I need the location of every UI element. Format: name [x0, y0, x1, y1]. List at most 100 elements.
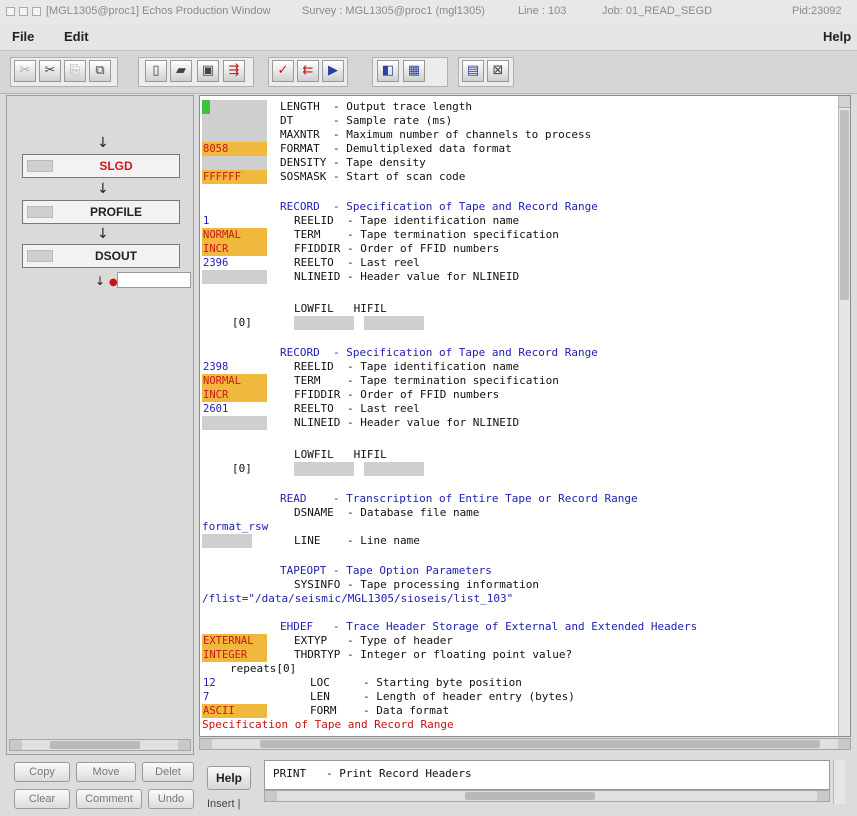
window-title: [MGL1305@proc1] Echos Production Window — [46, 5, 271, 17]
param-nlineid: NLINEID - Header value for NLINEID — [294, 416, 520, 429]
insert-point-marker: ↓ ● — [95, 274, 118, 288]
nlineid-value-field[interactable] — [202, 416, 267, 430]
loc-value-field[interactable]: 12 — [202, 676, 267, 690]
move-button[interactable]: Move — [76, 762, 136, 782]
check-red-icon[interactable]: ✓ — [272, 60, 294, 82]
scroll-left-arrow-icon[interactable] — [265, 791, 277, 801]
copy-button[interactable]: Copy — [14, 762, 70, 782]
run-icon[interactable]: ▶ — [322, 60, 344, 82]
minimize-window-button[interactable] — [19, 7, 28, 16]
help-vertical-scrollbar[interactable] — [833, 760, 845, 804]
editor-horizontal-scrollbar[interactable] — [199, 738, 851, 750]
close-window-button[interactable] — [6, 7, 15, 16]
line-info: Line : 103 — [518, 5, 567, 17]
zoom-window-button[interactable] — [32, 7, 41, 16]
module-profile[interactable]: PROFILE — [22, 200, 180, 224]
sosmask-value-field[interactable]: FFFFFF — [202, 170, 267, 184]
clear-button[interactable]: Clear — [14, 789, 70, 809]
menu-edit[interactable]: Edit — [64, 29, 89, 44]
title-bar: [MGL1305@proc1] Echos Production Window … — [0, 0, 857, 25]
toolbar-group-panels: ◧ ▦ — [372, 57, 448, 87]
scroll-thumb[interactable] — [465, 792, 595, 800]
module-handle[interactable] — [27, 250, 53, 262]
import-red-icon[interactable]: ⇇ — [297, 60, 319, 82]
dt-value-field[interactable] — [202, 114, 267, 128]
scroll-thumb[interactable] — [260, 740, 820, 748]
density-value-field[interactable] — [202, 156, 267, 170]
thdrtyp-value-field[interactable]: INTEGER — [202, 648, 267, 662]
lowfil-value-field[interactable] — [294, 316, 354, 330]
comment-button[interactable]: Comment — [76, 789, 142, 809]
form-value-field[interactable]: ASCII — [202, 704, 267, 718]
scroll-up-arrow-icon[interactable] — [839, 96, 850, 108]
reelid-value-field[interactable]: 2398 — [202, 360, 267, 374]
delete-button[interactable]: Delet — [142, 762, 194, 782]
param-term: TERM - Tape termination specification — [294, 374, 559, 387]
line-value-field[interactable] — [202, 534, 252, 548]
menu-file[interactable]: File — [12, 29, 34, 44]
maxntr-value-field[interactable] — [202, 128, 267, 142]
editor-vertical-scrollbar[interactable] — [838, 96, 850, 736]
open-folder-icon[interactable]: ▰ — [170, 60, 192, 82]
module-handle[interactable] — [27, 206, 53, 218]
layout-icon[interactable]: ▤ — [462, 60, 484, 82]
lowfil-value-field[interactable] — [294, 462, 354, 476]
hifil-value-field[interactable] — [364, 462, 424, 476]
len-value-field[interactable]: 7 — [202, 690, 267, 704]
help-horizontal-scrollbar[interactable] — [264, 790, 830, 802]
parameter-editor[interactable]: 8058 FFFFFF LENGTH - Output trace length… — [199, 95, 851, 737]
param-nlineid: NLINEID - Header value for NLINEID — [294, 270, 520, 283]
copy-icon[interactable]: ⎘ — [64, 60, 86, 82]
insert-label[interactable]: Insert | — [207, 794, 257, 816]
tapeopt-section-header: TAPEOPT - Tape Option Parameters — [280, 564, 492, 577]
term-value-field[interactable]: NORMAL — [202, 228, 267, 242]
help-button[interactable]: Help — [207, 766, 251, 790]
panel-left-icon[interactable]: ◧ — [377, 60, 399, 82]
cut-icon[interactable]: ✂ — [14, 60, 36, 82]
cut-selected-icon[interactable]: ✂ — [39, 60, 61, 82]
reelto-value-field[interactable]: 2601 — [202, 402, 267, 416]
flow-horizontal-scrollbar[interactable] — [9, 739, 191, 751]
undo-button[interactable]: Undo — [148, 789, 194, 809]
monitor-icon[interactable]: ⊠ — [487, 60, 509, 82]
scroll-thumb[interactable] — [840, 110, 849, 300]
param-density: DENSITY - Tape density — [280, 156, 426, 169]
new-module-input[interactable] — [117, 272, 191, 288]
reelto-value-field[interactable]: 2396 — [202, 256, 267, 270]
scroll-right-arrow-icon[interactable] — [178, 740, 190, 750]
dsname-value[interactable]: format_rsw — [202, 520, 268, 534]
scroll-right-arrow-icon[interactable] — [817, 791, 829, 801]
ehdef-section-header: EHDEF - Trace Header Storage of External… — [280, 620, 698, 633]
new-doc-icon[interactable]: ▯ — [145, 60, 167, 82]
help-text-box[interactable]: PRINT - Print Record Headers — [264, 760, 830, 790]
length-value-field[interactable] — [210, 100, 267, 114]
menu-help[interactable]: Help — [823, 29, 851, 44]
read-section-header: READ - Transcription of Entire Tape or R… — [280, 492, 638, 505]
scroll-thumb[interactable] — [50, 741, 140, 749]
hifil-value-field[interactable] — [364, 316, 424, 330]
param-extyp: EXTYP - Type of header — [294, 634, 453, 647]
module-slgd[interactable]: SLGD — [22, 154, 180, 178]
param-loc: LOC - Starting byte position — [310, 676, 522, 689]
copy-doc-icon[interactable]: ⧉ — [89, 60, 111, 82]
sysinfo-value[interactable]: /flist="/data/seismic/MGL1305/sioseis/li… — [202, 592, 513, 606]
panel-table-icon[interactable]: ▦ — [403, 60, 425, 82]
module-dsout[interactable]: DSOUT — [22, 244, 180, 268]
scroll-left-arrow-icon[interactable] — [10, 740, 22, 750]
module-handle[interactable] — [27, 160, 53, 172]
filter-index: [0] — [232, 316, 252, 329]
format-value-field[interactable]: 8058 — [202, 142, 267, 156]
module-label: DSOUT — [95, 249, 137, 263]
reelid-value-field[interactable]: 1 — [202, 214, 267, 228]
export-red-icon[interactable]: ⇶ — [223, 60, 245, 82]
ffiddir-value-field[interactable]: INCR — [202, 388, 267, 402]
nlineid-value-field[interactable] — [202, 270, 267, 284]
save-icon[interactable]: ▣ — [197, 60, 219, 82]
record-section-header: RECORD - Specification of Tape and Recor… — [280, 200, 598, 213]
scroll-right-arrow-icon[interactable] — [838, 739, 850, 749]
extyp-value-field[interactable]: EXTERNAL — [202, 634, 267, 648]
term-value-field[interactable]: NORMAL — [202, 374, 267, 388]
ffiddir-value-field[interactable]: INCR — [202, 242, 267, 256]
scroll-left-arrow-icon[interactable] — [200, 739, 212, 749]
param-reelto: REELTO - Last reel — [294, 402, 420, 415]
